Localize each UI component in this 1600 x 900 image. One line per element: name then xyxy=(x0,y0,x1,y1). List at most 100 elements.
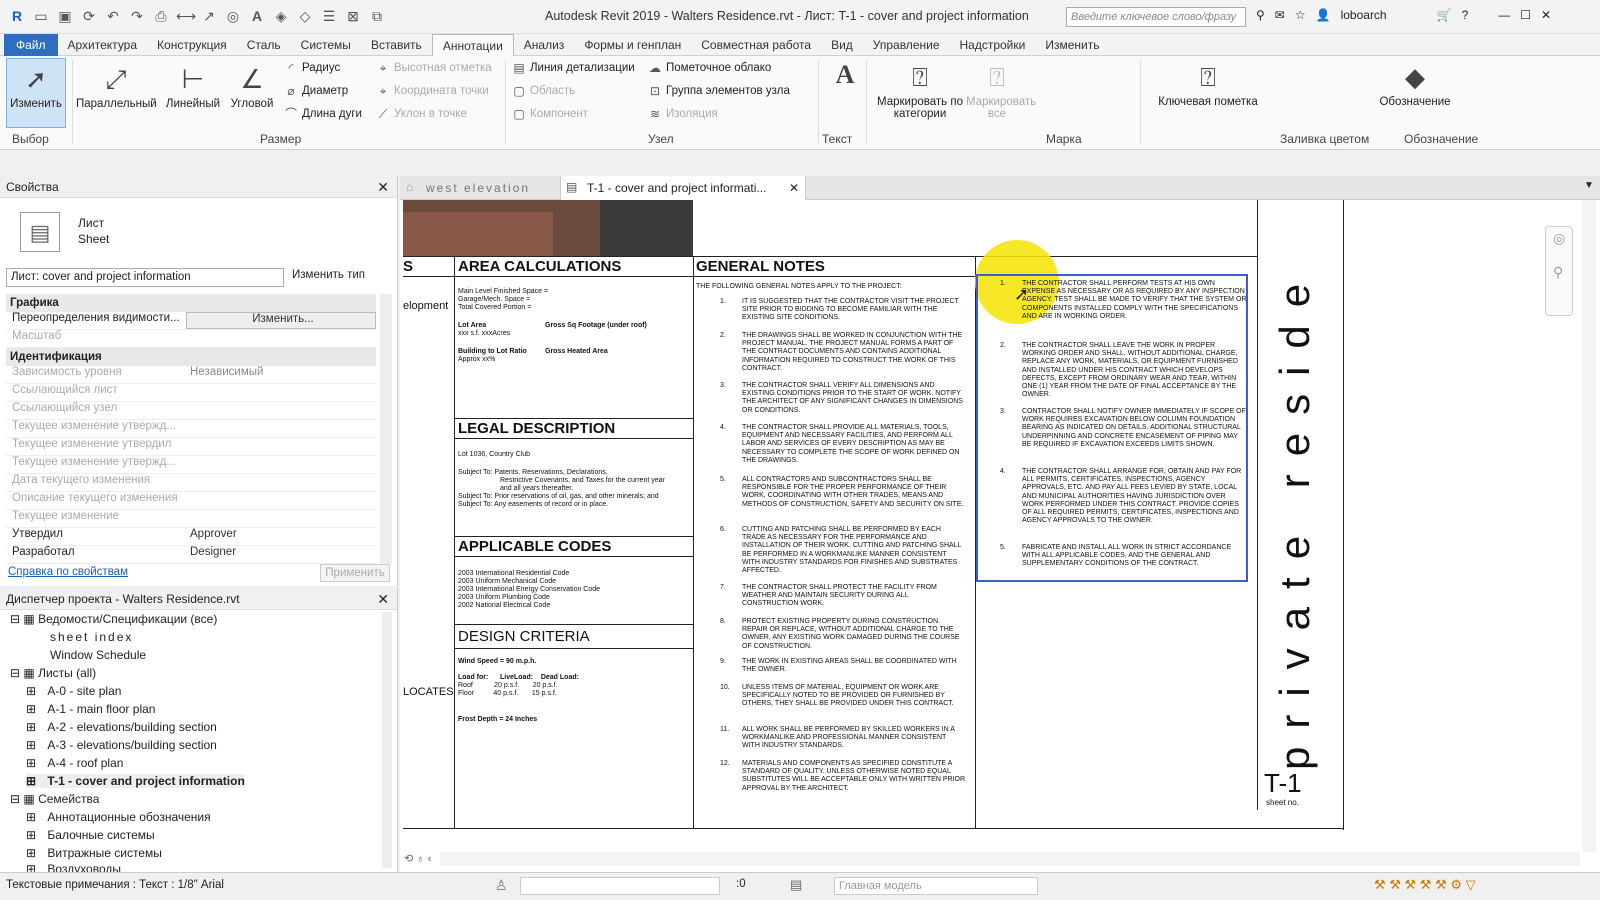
expand-icon[interactable]: ⊞ xyxy=(26,756,36,770)
expand-icon[interactable]: ⊞ xyxy=(26,684,36,698)
group-identity[interactable]: Идентификация xyxy=(6,348,376,366)
prop-row[interactable]: Текущее изменение утвержд... xyxy=(6,420,376,438)
thin-lines-icon[interactable]: ☰ xyxy=(320,7,338,25)
close-hidden-icon[interactable]: ⊠ xyxy=(344,7,362,25)
zoom-icon[interactable]: ⚲ xyxy=(1553,264,1563,281)
measure-icon[interactable]: ⟷ xyxy=(176,7,196,25)
tree-node-families[interactable]: ⊟ ▦ Семейства xyxy=(10,792,99,806)
component-button[interactable]: ▢ Компонент xyxy=(512,107,588,121)
properties-help-link[interactable]: Справка по свойствам xyxy=(8,566,128,578)
tab-file[interactable]: Файл xyxy=(4,33,58,56)
design-option-dropdown[interactable]: Главная модель xyxy=(834,877,1038,895)
expand-icon[interactable]: ⊞ xyxy=(26,720,36,734)
modify-button-label[interactable]: ➚ Изменить xyxy=(6,64,66,110)
apply-button[interactable]: Применить xyxy=(320,564,390,582)
steering-wheel-icon[interactable]: ◎ xyxy=(1553,230,1565,247)
area-calculations-title[interactable]: AREA CALCULATIONS xyxy=(458,258,621,275)
view-control-icons[interactable]: ⟲ ♁ ‹ xyxy=(404,852,431,865)
open-icon[interactable]: ▭ xyxy=(32,7,50,25)
tree-node-sheet-active[interactable]: ⊞ T-1 - cover and project information xyxy=(26,774,245,788)
general-notes-title[interactable]: GENERAL NOTES xyxy=(696,258,825,275)
save-icon[interactable]: ▣ xyxy=(56,7,74,25)
tab-analyze[interactable]: Анализ xyxy=(514,34,575,56)
tab-insert[interactable]: Вставить xyxy=(361,34,432,56)
tab-t1-sheet[interactable]: T-1 - cover and project informati... ✕ xyxy=(560,176,806,200)
tree-node-family[interactable]: ⊞ Витражные системы xyxy=(26,846,162,860)
spot-elevation-button[interactable]: ⌖ Высотная отметка xyxy=(376,61,492,75)
tree-node-sheet[interactable]: ⊞ A-1 - main floor plan xyxy=(26,702,155,716)
spot-coordinate-button[interactable]: ⌖ Координата точки xyxy=(376,84,489,98)
close-tab-icon[interactable]: ✕ xyxy=(789,176,799,200)
text-button[interactable]: A xyxy=(828,60,862,94)
print-icon[interactable]: ⎙ xyxy=(152,7,170,25)
tab-west-elevation[interactable]: west elevation xyxy=(400,176,560,200)
edit-visibility-button[interactable]: Изменить... xyxy=(186,312,376,329)
prop-row[interactable]: Дата текущего изменения xyxy=(6,474,376,492)
expand-icon[interactable]: ⊞ xyxy=(26,738,36,752)
region-button[interactable]: ▢ Область xyxy=(512,84,575,98)
insulation-button[interactable]: ≋ Изоляция xyxy=(648,107,718,121)
panel-text[interactable]: Текст xyxy=(822,132,852,146)
tree-node-family[interactable]: ⊞ Балочные системы xyxy=(26,828,155,842)
panel-color-fill[interactable]: Заливка цветом xyxy=(1280,132,1369,146)
tab-steel[interactable]: Сталь xyxy=(237,34,291,56)
revit-logo-icon[interactable]: R xyxy=(8,7,26,25)
panel-select[interactable]: Выбор xyxy=(12,132,49,146)
tree-node-schedules[interactable]: ⊟ ▦ Ведомости/Спецификации (все) xyxy=(10,612,217,626)
tab-massing-site[interactable]: Формы и генплан xyxy=(574,34,691,56)
prop-row[interactable]: Разработал Designer xyxy=(6,546,376,564)
dimension-icon[interactable]: ↗ xyxy=(200,7,218,25)
section-icon[interactable]: ◇ xyxy=(296,7,314,25)
prop-row[interactable]: Переопределения видимости... Изменить... xyxy=(6,312,376,330)
tab-modify[interactable]: Изменить xyxy=(1035,34,1109,56)
maximize-icon[interactable]: ☐ xyxy=(1520,8,1531,22)
undo-icon[interactable]: ↶ xyxy=(104,7,122,25)
tree-node-sheet[interactable]: ⊞ A-4 - roof plan xyxy=(26,756,123,770)
expand-icon[interactable]: ⊞ xyxy=(26,828,36,842)
tab-addins[interactable]: Надстройки xyxy=(950,34,1036,56)
worksets-icon[interactable]: ♙ xyxy=(495,877,508,894)
text-icon[interactable]: A xyxy=(248,7,266,25)
prop-row[interactable]: Зависимость уровня Независимый xyxy=(6,366,376,384)
sync-icon[interactable]: ⟳ xyxy=(80,7,98,25)
detail-group-button[interactable]: ⊡ Группа элементов узла xyxy=(648,84,790,98)
prop-row[interactable]: Описание текущего изменения xyxy=(6,492,376,510)
instance-selector[interactable]: Лист: cover and project information xyxy=(6,268,284,287)
favorites-icon[interactable]: ☆ xyxy=(1295,8,1306,22)
prop-row[interactable]: Ссылающийся лист xyxy=(6,384,376,402)
prop-row[interactable]: Масштаб xyxy=(6,330,376,348)
detail-line-button[interactable]: ▤ Линия детализации xyxy=(512,61,634,75)
symbol-button[interactable]: ◆ Обозначение xyxy=(1370,62,1460,108)
tab-structure[interactable]: Конструкция xyxy=(147,34,237,56)
applicable-codes-title[interactable]: APPLICABLE CODES xyxy=(458,538,611,555)
tag-icon[interactable]: ◎ xyxy=(224,7,242,25)
user-name[interactable]: loboarch xyxy=(1341,8,1387,22)
tab-view[interactable]: Вид xyxy=(821,34,863,56)
group-graphics[interactable]: Графика xyxy=(6,294,376,312)
panel-symbol[interactable]: Обозначение xyxy=(1404,132,1478,146)
expand-icon[interactable]: ⊞ xyxy=(26,810,36,824)
diameter-dimension-button[interactable]: ⌀ Диаметр xyxy=(284,84,348,98)
tag-all-button[interactable]: ⍰ Маркировать все xyxy=(966,62,1036,120)
close-icon[interactable]: ✕ xyxy=(377,176,389,198)
revision-cloud-button[interactable]: ☁ Пометочное облако xyxy=(648,61,771,75)
tree-node-family[interactable]: ⊞ Воздуховоды xyxy=(26,862,121,872)
arc-length-button[interactable]: ⌒ Длина дуги xyxy=(284,107,362,121)
tab-menu-icon[interactable]: ▼ xyxy=(1584,180,1594,191)
panel-detail[interactable]: Узел xyxy=(648,132,674,146)
status-tools-icons[interactable]: ⚒ ⚒ ⚒ ⚒ ⚒ ⚙ ▽ xyxy=(1374,877,1476,893)
tab-systems[interactable]: Системы xyxy=(291,34,361,56)
tag-by-category-button[interactable]: ⍰ Маркировать по категории xyxy=(870,62,970,120)
switch-windows-icon[interactable]: ⧉ xyxy=(368,7,386,25)
properties-scrollbar[interactable] xyxy=(380,294,392,564)
expand-icon[interactable]: ⊞ xyxy=(26,774,36,788)
edit-type-button[interactable]: Изменить тип xyxy=(292,269,365,281)
expand-icon[interactable]: ⊞ xyxy=(26,702,36,716)
tree-node-family[interactable]: ⊞ Аннотационные обозначения xyxy=(26,810,211,824)
tab-manage[interactable]: Управление xyxy=(863,34,950,56)
user-icon[interactable]: 👤 xyxy=(1316,8,1331,22)
spot-slope-button[interactable]: ⟋ Уклон в точке xyxy=(376,107,467,121)
keynote-button[interactable]: ⍰ Ключевая пометка xyxy=(1148,62,1268,108)
workset-dropdown[interactable] xyxy=(520,877,720,895)
tree-node-sheet[interactable]: ⊞ A-3 - elevations/building section xyxy=(26,738,217,752)
